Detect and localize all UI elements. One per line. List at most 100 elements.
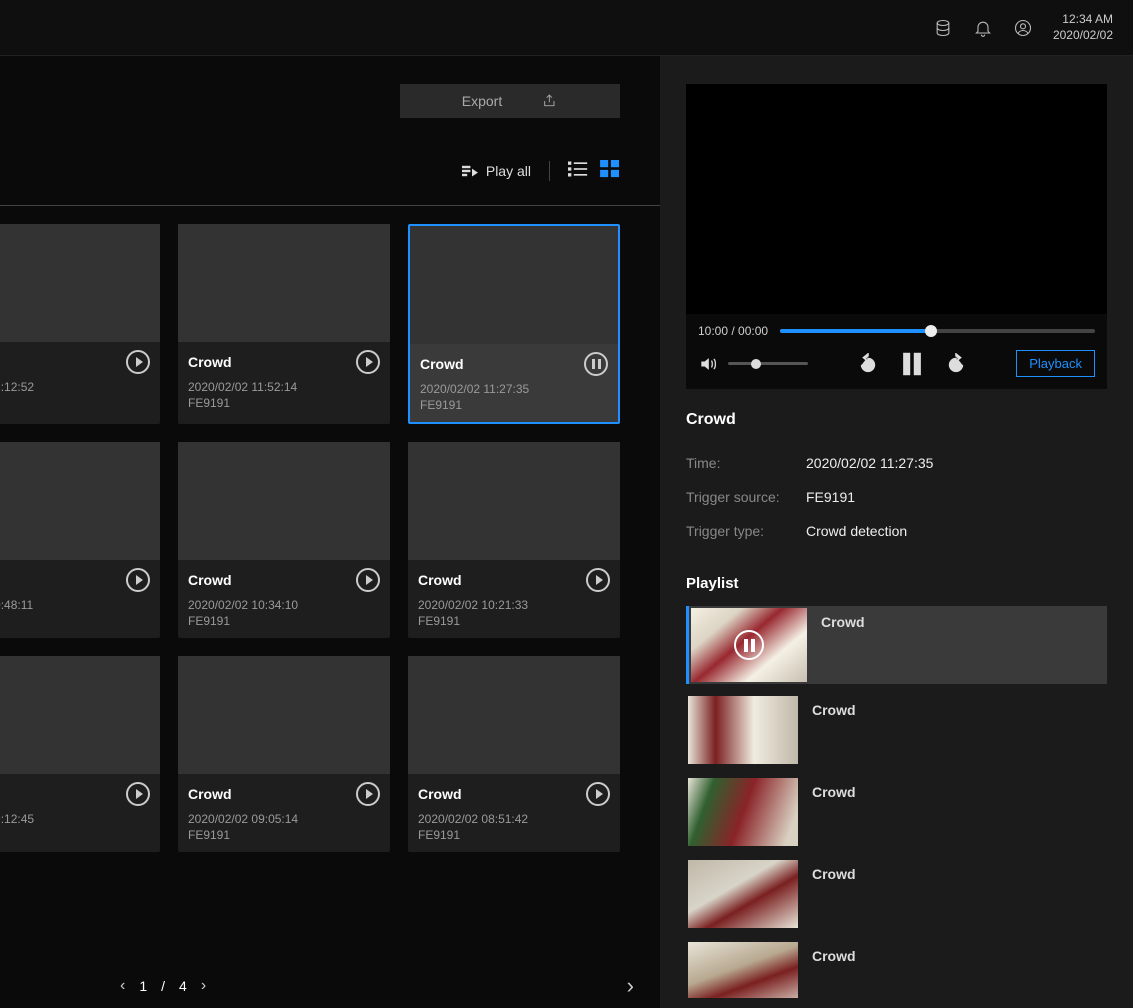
event-card[interactable]: 02/02 12:12:52 bbox=[0, 224, 160, 424]
pause-icon[interactable] bbox=[584, 352, 608, 376]
type-key: Trigger type: bbox=[686, 523, 786, 539]
page-total: 4 bbox=[179, 978, 187, 994]
event-card[interactable]: Crowd2020/02/02 10:34:10FE9191 bbox=[178, 442, 390, 638]
playlist-item[interactable]: Crowd bbox=[686, 606, 1107, 684]
topbar: 12:34 AM 2020/02/02 bbox=[0, 0, 1133, 56]
playlist-label: Crowd bbox=[812, 860, 856, 882]
playlist-play-icon bbox=[462, 164, 478, 178]
page-end-button[interactable]: › bbox=[627, 973, 634, 999]
datetime: 12:34 AM 2020/02/02 bbox=[1053, 12, 1113, 43]
event-card[interactable]: Crowd 2020/02/02 11:27:35 FE9191 bbox=[408, 224, 620, 424]
event-timestamp: 2020/02/02 11:27:35 bbox=[420, 382, 608, 396]
user-icon[interactable] bbox=[1013, 18, 1033, 38]
playlist-thumbnail bbox=[688, 696, 798, 764]
event-card[interactable]: Crowd 2020/02/02 10:21:33 FE9191 bbox=[408, 442, 620, 638]
list-icon bbox=[568, 160, 588, 178]
event-card[interactable]: 02/02 09:12:45 bbox=[0, 656, 160, 852]
share-icon bbox=[542, 93, 558, 109]
pager: ‹ 1 / 4 › › bbox=[0, 964, 660, 1008]
event-source: FE9191 bbox=[188, 828, 380, 842]
playlist-thumbnail bbox=[691, 608, 807, 682]
play-icon[interactable] bbox=[356, 350, 380, 374]
event-thumbnail bbox=[410, 226, 618, 344]
svg-text:10: 10 bbox=[864, 363, 872, 370]
event-source: FE9191 bbox=[418, 614, 610, 628]
playlist: Crowd Crowd Crowd Crowd Crowd bbox=[686, 606, 1107, 998]
time-value: 2020/02/02 11:27:35 bbox=[806, 455, 933, 471]
rewind-10-icon[interactable]: 10 bbox=[857, 353, 879, 375]
page-current: 1 bbox=[139, 978, 147, 994]
playlist-item[interactable]: Crowd bbox=[686, 940, 1107, 998]
play-icon[interactable] bbox=[126, 568, 150, 592]
playlist-item[interactable]: Crowd bbox=[686, 776, 1107, 848]
playlist-label: Crowd bbox=[812, 778, 856, 800]
event-source: FE9191 bbox=[420, 398, 608, 412]
play-icon[interactable] bbox=[586, 782, 610, 806]
event-thumbnail bbox=[408, 656, 620, 774]
player-timecode: 10:00 / 00:00 bbox=[698, 324, 768, 338]
play-all-label: Play all bbox=[486, 163, 531, 179]
playlist-thumbnail bbox=[688, 942, 798, 998]
event-timestamp: 02/02 09:12:45 bbox=[0, 812, 150, 826]
event-thumbnail bbox=[408, 442, 620, 560]
detail-pane: 10:00 / 00:00 10 10 bbox=[660, 56, 1133, 1008]
play-icon[interactable] bbox=[586, 568, 610, 592]
page-next-button[interactable]: › bbox=[201, 977, 206, 995]
event-card[interactable]: Crowd 2020/02/02 11:52:14 FE9191 bbox=[178, 224, 390, 424]
playlist-label: Crowd bbox=[812, 696, 856, 718]
volume-slider[interactable] bbox=[728, 362, 808, 365]
event-timestamp: 2020/02/02 11:52:14 bbox=[188, 380, 380, 394]
source-key: Trigger source: bbox=[686, 489, 786, 505]
event-title: Crowd bbox=[188, 572, 232, 588]
playback-button[interactable]: Playback bbox=[1016, 350, 1095, 377]
event-timestamp: 2020/02/02 10:34:10 bbox=[188, 598, 380, 612]
source-value: FE9191 bbox=[806, 489, 855, 505]
event-source: FE9191 bbox=[418, 828, 610, 842]
pause-button[interactable] bbox=[901, 351, 923, 377]
event-title: Crowd bbox=[188, 786, 232, 802]
play-icon[interactable] bbox=[356, 782, 380, 806]
event-title: Crowd bbox=[188, 354, 232, 370]
database-icon[interactable] bbox=[933, 18, 953, 38]
play-icon[interactable] bbox=[126, 350, 150, 374]
playlist-thumbnail bbox=[688, 778, 798, 846]
event-title: Crowd bbox=[420, 356, 464, 372]
event-timestamp: 02/02 10:48:11 bbox=[0, 598, 150, 612]
bell-icon[interactable] bbox=[973, 18, 993, 38]
volume-icon[interactable] bbox=[698, 354, 718, 374]
event-timestamp: 2020/02/02 09:05:14 bbox=[188, 812, 380, 826]
page-sep: / bbox=[161, 978, 165, 994]
grid-icon bbox=[600, 160, 620, 178]
play-icon[interactable] bbox=[126, 782, 150, 806]
event-timestamp: 2020/02/02 08:51:42 bbox=[418, 812, 610, 826]
video-player: 10:00 / 00:00 10 10 bbox=[686, 84, 1107, 389]
playlist-item[interactable]: Crowd bbox=[686, 694, 1107, 766]
video-frame[interactable] bbox=[686, 84, 1107, 314]
event-card[interactable]: Crowd 2020/02/02 09:05:14 FE9191 bbox=[178, 656, 390, 852]
playlist-label: Crowd bbox=[821, 608, 865, 630]
event-thumbnail bbox=[178, 224, 390, 342]
export-button[interactable]: Export bbox=[400, 84, 620, 118]
event-thumbnail bbox=[178, 442, 390, 560]
play-icon[interactable] bbox=[356, 568, 380, 592]
event-title: Crowd bbox=[418, 572, 462, 588]
clock-date: 2020/02/02 bbox=[1053, 28, 1113, 44]
grid-view-button[interactable] bbox=[600, 160, 620, 181]
separator bbox=[549, 161, 550, 181]
event-card[interactable]: Crowd2020/02/02 08:51:42FE9191 bbox=[408, 656, 620, 852]
event-timestamp: 2020/02/02 10:21:33 bbox=[418, 598, 610, 612]
event-timestamp: 02/02 12:12:52 bbox=[0, 380, 150, 394]
seek-bar[interactable] bbox=[780, 329, 1095, 333]
event-card[interactable]: 02/02 10:48:11 bbox=[0, 442, 160, 638]
event-thumbnail bbox=[0, 656, 160, 774]
event-thumbnail bbox=[178, 656, 390, 774]
event-thumbnail bbox=[0, 442, 160, 560]
playlist-item[interactable]: Crowd bbox=[686, 858, 1107, 930]
type-value: Crowd detection bbox=[806, 523, 907, 539]
event-source: FE9191 bbox=[188, 396, 380, 410]
play-all-button[interactable]: Play all bbox=[462, 163, 531, 179]
page-prev-button[interactable]: ‹ bbox=[120, 977, 125, 995]
list-view-button[interactable] bbox=[568, 160, 588, 181]
playlist-heading: Playlist bbox=[686, 575, 1107, 592]
forward-10-icon[interactable]: 10 bbox=[945, 353, 967, 375]
